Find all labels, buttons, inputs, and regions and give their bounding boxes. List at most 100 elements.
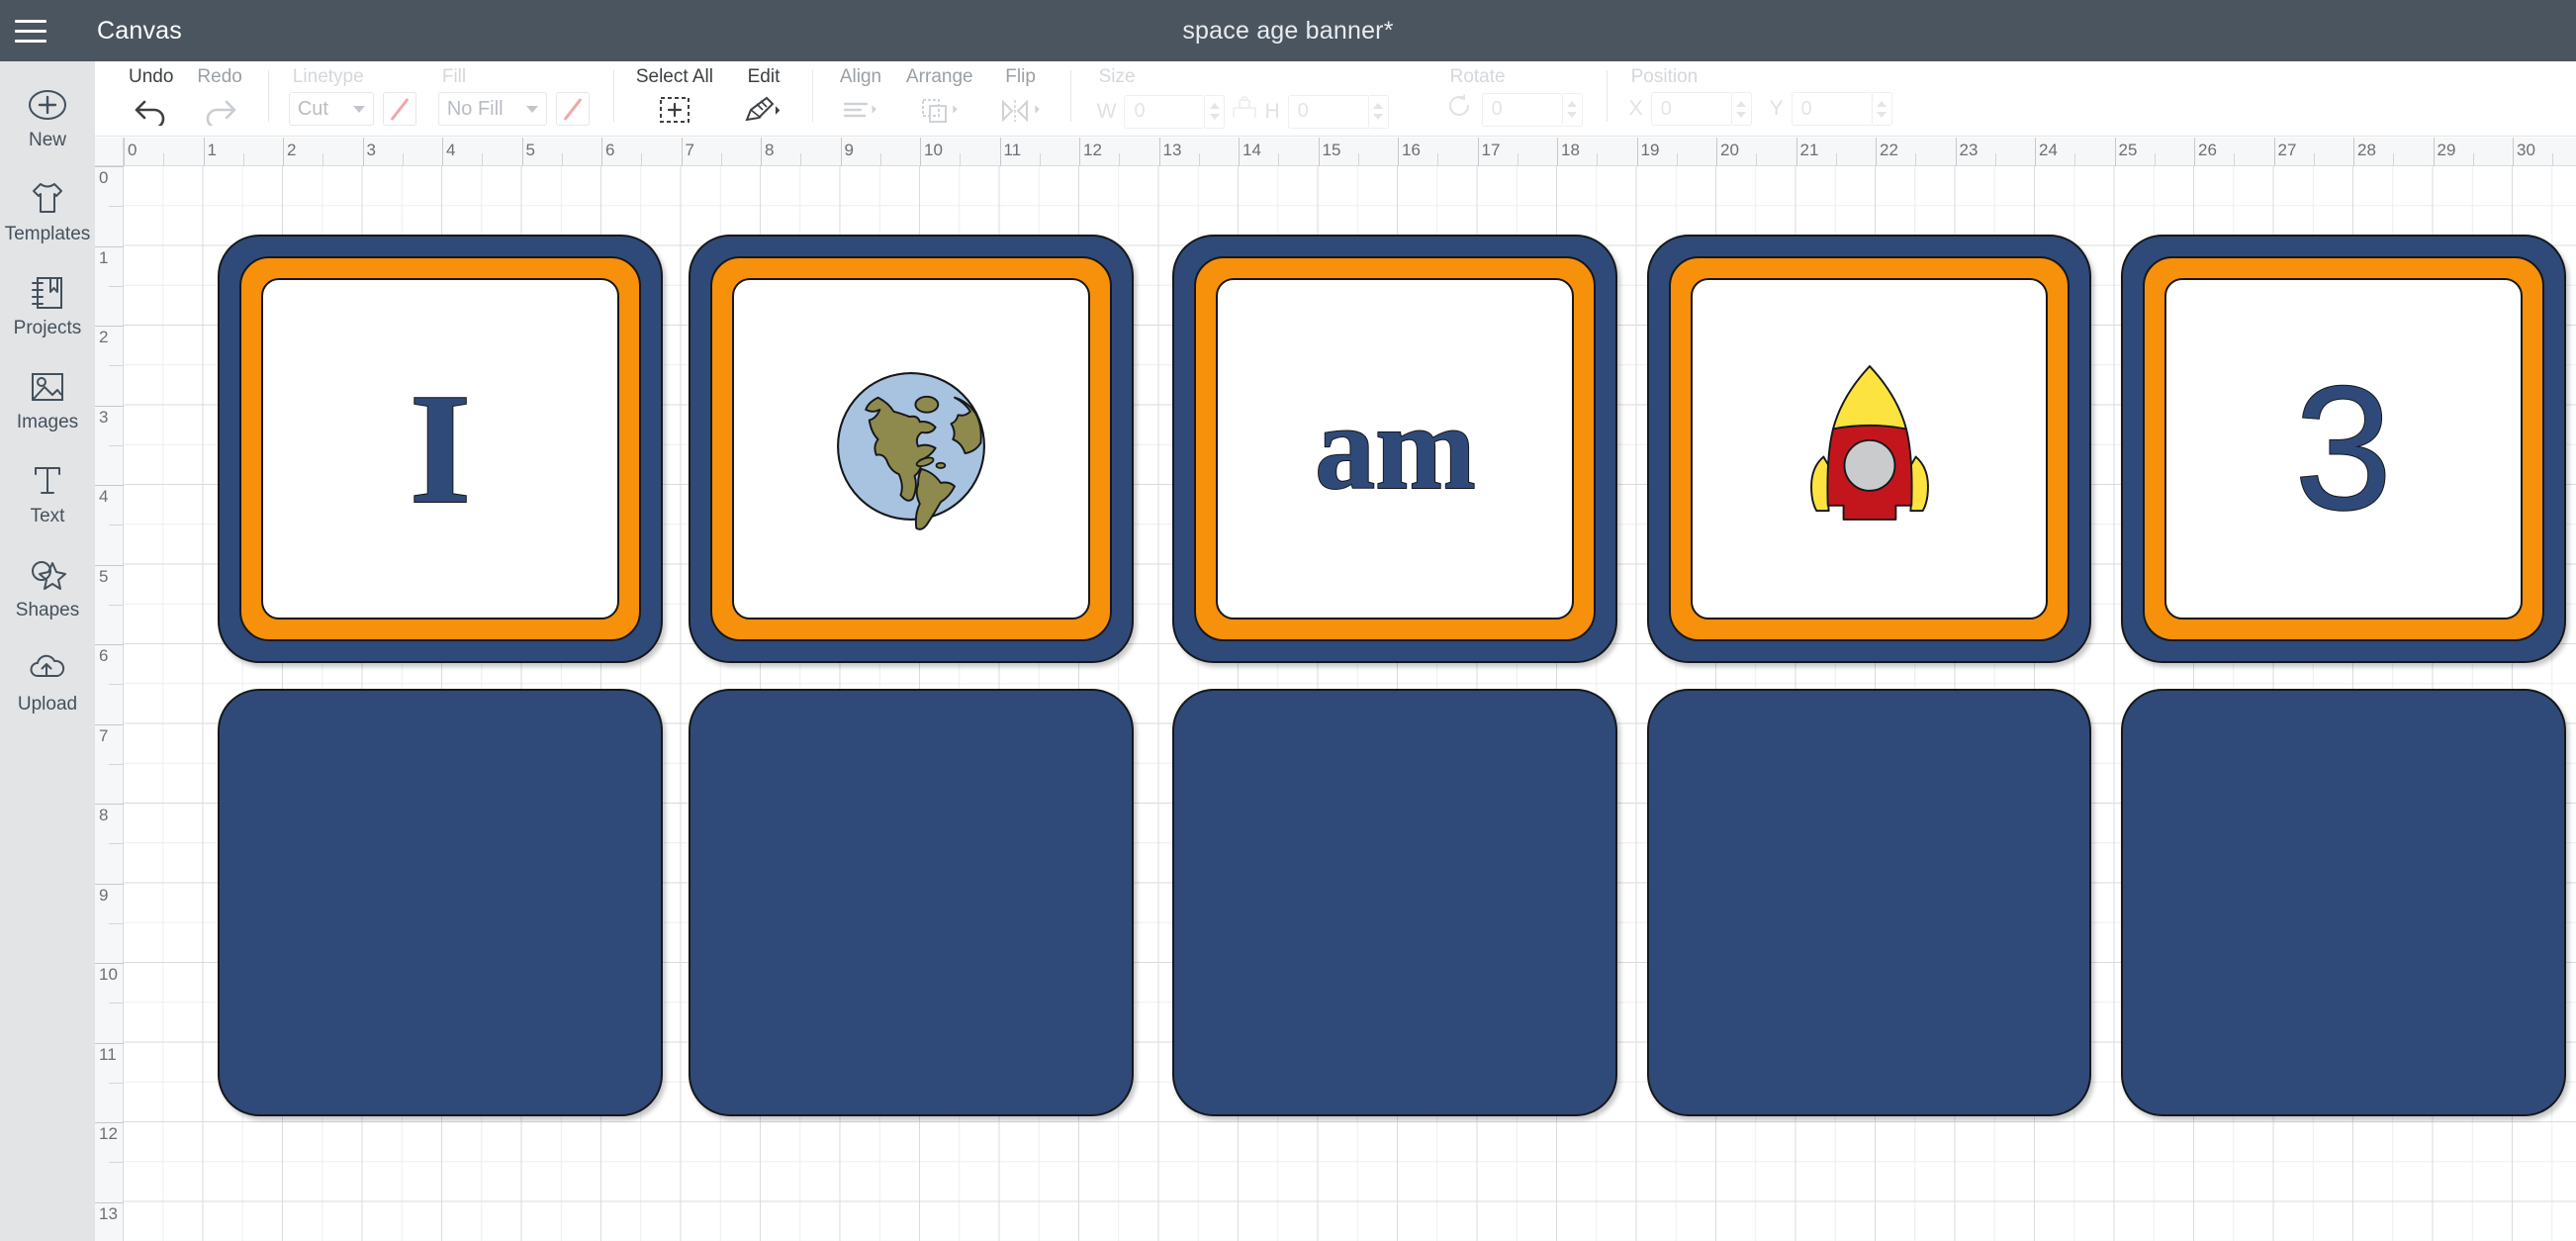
design-canvas[interactable]: I am 3 0 1 2 3 4 5 6 7 8 9 10 11 12 13 1… (95, 138, 2576, 1241)
card-letter-i[interactable]: I (218, 235, 663, 663)
width-input[interactable]: 0 (1124, 94, 1206, 129)
canvas-section-label[interactable]: Canvas (97, 17, 182, 46)
undo-button[interactable]: Undo (117, 61, 185, 130)
ruler-label: 0 (99, 168, 109, 187)
height-axis-label: H (1264, 99, 1280, 123)
card-number-3[interactable]: 3 (2120, 235, 2566, 663)
ruler-tick-half (109, 604, 124, 606)
card-blank-4[interactable] (1646, 688, 2092, 1117)
card-glyph: 3 (2293, 349, 2393, 547)
arrange-menu-button[interactable]: Arrange (894, 61, 985, 130)
sidebar-item-new[interactable]: New (0, 83, 95, 151)
undo-label: Undo (129, 66, 174, 87)
position-x-stepper[interactable] (1731, 92, 1752, 126)
position-y-input[interactable]: 0 (1791, 92, 1873, 126)
ruler-label: 9 (99, 885, 109, 905)
ruler-tick-half (2154, 153, 2156, 166)
ruler-tick-half (1756, 153, 1758, 166)
height-stepper[interactable] (1368, 94, 1389, 129)
ruler-tick (95, 245, 124, 247)
card-globe[interactable] (688, 235, 1134, 663)
ruler-label: 1 (207, 141, 217, 159)
card-inner-panel: 3 (2163, 278, 2523, 620)
linetype-select[interactable]: Cut (288, 92, 374, 126)
ruler-tick-half (1437, 153, 1439, 166)
card-word-am[interactable]: am (1172, 235, 1618, 663)
height-input[interactable]: 0 (1287, 94, 1369, 129)
linetype-color-swatch[interactable] (382, 92, 416, 126)
sidebar-item-text[interactable]: Text (0, 459, 95, 527)
ruler-label: 1 (99, 247, 109, 267)
ruler-label: 7 (99, 725, 109, 745)
ruler-tick (95, 1201, 124, 1203)
hamburger-menu-icon[interactable] (0, 0, 61, 61)
ruler-label: 5 (99, 566, 109, 586)
stepper-up-icon (1736, 100, 1747, 107)
stepper-down-icon (1877, 111, 1887, 118)
book-bookmark-icon (27, 271, 68, 315)
ruler-label: 5 (525, 141, 535, 159)
rotate-input[interactable]: 0 (1481, 92, 1563, 127)
ruler-tick-half (2393, 153, 2395, 166)
ruler-tick-half (109, 1002, 124, 1004)
horizontal-ruler[interactable]: 0 1 2 3 4 5 6 7 8 9 10 11 12 13 14 15 16 17 18 19 20 21 22 23 24… (95, 138, 2576, 166)
ruler-label: 27 (2277, 141, 2297, 159)
card-blank-3[interactable] (1172, 688, 1618, 1117)
position-x-input[interactable]: 0 (1650, 92, 1732, 126)
ruler-tick-half (109, 444, 124, 446)
ruler-tick-half (109, 684, 124, 686)
shapes-star-icon (25, 553, 70, 597)
ruler-tick-half (1676, 153, 1678, 166)
fill-group: Fill No Fill (416, 61, 590, 126)
ruler-tick-half (482, 153, 484, 166)
sidebar-item-label: Projects (13, 318, 82, 338)
linetype-value: Cut (297, 97, 328, 120)
plus-circle-icon (27, 83, 68, 127)
ruler-label: 25 (2118, 141, 2138, 159)
vertical-ruler[interactable]: 0 1 2 3 4 5 6 7 8 9 10 11 12 13 (95, 138, 124, 1241)
ruler-tick-half (109, 922, 124, 924)
fill-color-swatch[interactable] (555, 92, 590, 126)
ruler-tick (95, 1042, 124, 1044)
fill-select[interactable]: No Fill (437, 92, 547, 126)
card-orange-ring: am (1194, 256, 1597, 641)
rotate-stepper[interactable] (1562, 92, 1583, 127)
ruler-tick-half (1119, 153, 1121, 166)
card-inner-panel: I (261, 278, 619, 620)
flip-horizontal-icon (997, 90, 1045, 130)
y-axis-label: Y (1769, 97, 1784, 120)
ruler-tick (95, 1122, 124, 1123)
ruler-tick (95, 485, 124, 486)
ruler-tick-half (109, 1162, 124, 1164)
card-blank-5[interactable] (2120, 688, 2566, 1117)
sidebar-item-upload[interactable]: Upload (0, 647, 95, 716)
redo-button[interactable]: Redo (185, 61, 253, 130)
sidebar-item-templates[interactable]: Templates (0, 177, 95, 245)
select-all-button[interactable]: Select All (628, 61, 725, 130)
size-lock-icon[interactable] (1231, 92, 1258, 131)
flip-label: Flip (1005, 66, 1036, 87)
toolbar-divider (612, 70, 614, 122)
card-blank-1[interactable] (218, 688, 663, 1117)
sidebar-item-label: Text (30, 506, 65, 526)
ruler-tick-half (2234, 153, 2236, 166)
edit-menu-button[interactable]: Edit (725, 61, 798, 130)
width-stepper[interactable] (1205, 94, 1226, 129)
ruler-label: 4 (99, 487, 109, 506)
ruler-label: 14 (1242, 141, 1261, 159)
ruler-label: 29 (2437, 141, 2456, 159)
flip-menu-button[interactable]: Flip (985, 61, 1057, 130)
ruler-label: 4 (446, 141, 456, 159)
ruler-label: 17 (1481, 141, 1501, 159)
ruler-label: 23 (1959, 141, 1978, 159)
align-menu-button[interactable]: Align (827, 61, 894, 130)
card-blank-2[interactable] (688, 688, 1134, 1117)
position-y-stepper[interactable] (1872, 92, 1892, 126)
card-rocket[interactable] (1646, 235, 2092, 663)
redo-arrow-icon (201, 90, 238, 130)
card-inner-panel: am (1216, 278, 1575, 620)
sidebar-item-images[interactable]: Images (0, 365, 95, 433)
sidebar-item-projects[interactable]: Projects (0, 271, 95, 339)
card-inner-panel (731, 278, 1090, 620)
sidebar-item-shapes[interactable]: Shapes (0, 553, 95, 621)
